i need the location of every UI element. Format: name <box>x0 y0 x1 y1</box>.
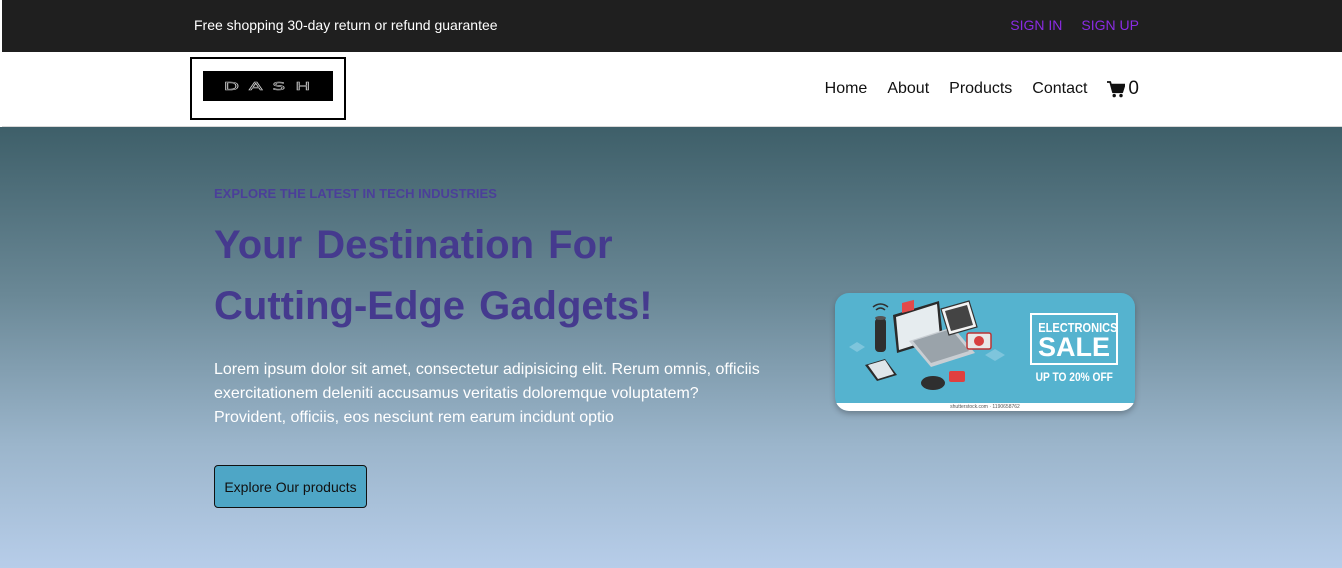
main-navbar: DASH Home About Products Contact 0 <box>2 52 1342 127</box>
logo-text: DASH <box>223 79 321 93</box>
sign-up-link[interactable]: SIGN UP <box>1081 17 1139 33</box>
nav-menu: Home About Products Contact 0 <box>805 78 1139 100</box>
cart-button[interactable]: 0 <box>1107 78 1139 100</box>
hero-description: Lorem ipsum dolor sit amet, consectetur … <box>214 361 760 426</box>
sale-title-line2: SALE <box>1037 332 1110 362</box>
logo[interactable]: DASH <box>190 57 346 120</box>
image-credit: shutterstock.com · 1190658762 <box>835 403 1135 411</box>
sale-label: ELECTRONICS SALE <box>1030 313 1118 365</box>
promo-text: Free shopping 30-day return or refund gu… <box>194 17 498 33</box>
nav-link-contact[interactable]: Contact <box>1032 80 1087 98</box>
nav-link-about[interactable]: About <box>887 80 929 98</box>
cart-count: 0 <box>1128 78 1139 99</box>
shopping-cart-icon <box>1107 80 1126 97</box>
logo-image: DASH <box>203 71 333 101</box>
auth-links: SIGN IN SIGN UP <box>1010 17 1139 33</box>
electronics-sale-banner: ELECTRONICS SALE UP TO 20% OFF shutterst… <box>835 293 1135 411</box>
sale-title-line1: ELECTRONICS <box>1038 320 1118 335</box>
sign-in-link[interactable]: SIGN IN <box>1010 17 1062 33</box>
hero-headline: Your Destination For Cutting-Edge Gadget… <box>214 223 653 328</box>
hero-section: EXPLORE THE LATEST IN TECH INDUSTRIES Yo… <box>0 127 1342 568</box>
explore-products-button[interactable]: Explore Our products <box>214 465 367 508</box>
nav-link-products[interactable]: Products <box>949 80 1012 98</box>
nav-link-home[interactable]: Home <box>825 80 868 98</box>
sale-discount: UP TO 20% OFF <box>1035 370 1113 384</box>
top-announcement-bar: Free shopping 30-day return or refund gu… <box>2 0 1342 52</box>
hero-eyebrow: EXPLORE THE LATEST IN TECH INDUSTRIES <box>214 186 497 201</box>
